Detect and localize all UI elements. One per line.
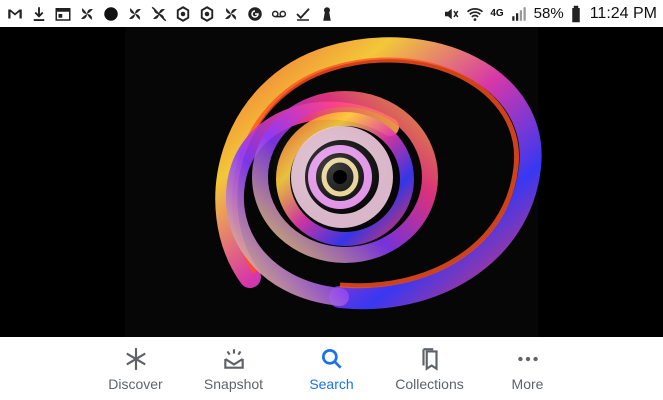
signal-icon <box>510 5 528 23</box>
nav-label: Discover <box>108 375 163 392</box>
nav-label: Snapshot <box>203 375 264 392</box>
snapshot-icon <box>221 346 247 372</box>
wifi-icon <box>466 5 484 23</box>
keyhole-icon <box>318 5 336 23</box>
crossed-pinwheel-icon <box>150 5 168 23</box>
notification-icons <box>6 5 336 23</box>
spiral-image-icon <box>0 27 663 337</box>
system-status: 4G 58% 11:24 PM <box>442 5 657 23</box>
battery-percent: 58% <box>533 5 564 22</box>
status-bar: 4G 58% 11:24 PM <box>0 0 663 27</box>
search-icon <box>319 346 345 372</box>
nav-label: Search <box>309 375 354 392</box>
more-icon <box>515 346 541 372</box>
check-icon <box>294 5 312 23</box>
voicemail-icon <box>270 5 288 23</box>
collections-icon <box>417 346 443 372</box>
nav-more[interactable]: More <box>479 337 577 400</box>
network-type-label: 4G <box>490 8 504 19</box>
mute-icon <box>442 5 460 23</box>
bottom-navigation: Discover Snapshot Search Collections Mor… <box>0 337 663 400</box>
asterisk-icon <box>123 346 149 372</box>
download-icon <box>30 5 48 23</box>
nav-collections[interactable]: Collections <box>381 337 479 400</box>
nav-discover[interactable]: Discover <box>87 337 185 400</box>
app-icon <box>198 5 216 23</box>
nav-search[interactable]: Search <box>283 337 381 400</box>
gmail-icon <box>6 5 24 23</box>
google-icon <box>246 5 264 23</box>
nav-snapshot[interactable]: Snapshot <box>185 337 283 400</box>
fullscreen-image[interactable] <box>0 27 663 337</box>
calendar-icon <box>54 5 72 23</box>
nav-label: Collections <box>395 375 464 392</box>
dot-icon <box>102 5 120 23</box>
pinwheel-icon <box>78 5 96 23</box>
battery-icon <box>570 5 582 23</box>
pinwheel-icon <box>222 5 240 23</box>
app-icon <box>174 5 192 23</box>
pinwheel-icon <box>126 5 144 23</box>
clock: 11:24 PM <box>589 4 657 22</box>
nav-label: More <box>511 375 544 392</box>
